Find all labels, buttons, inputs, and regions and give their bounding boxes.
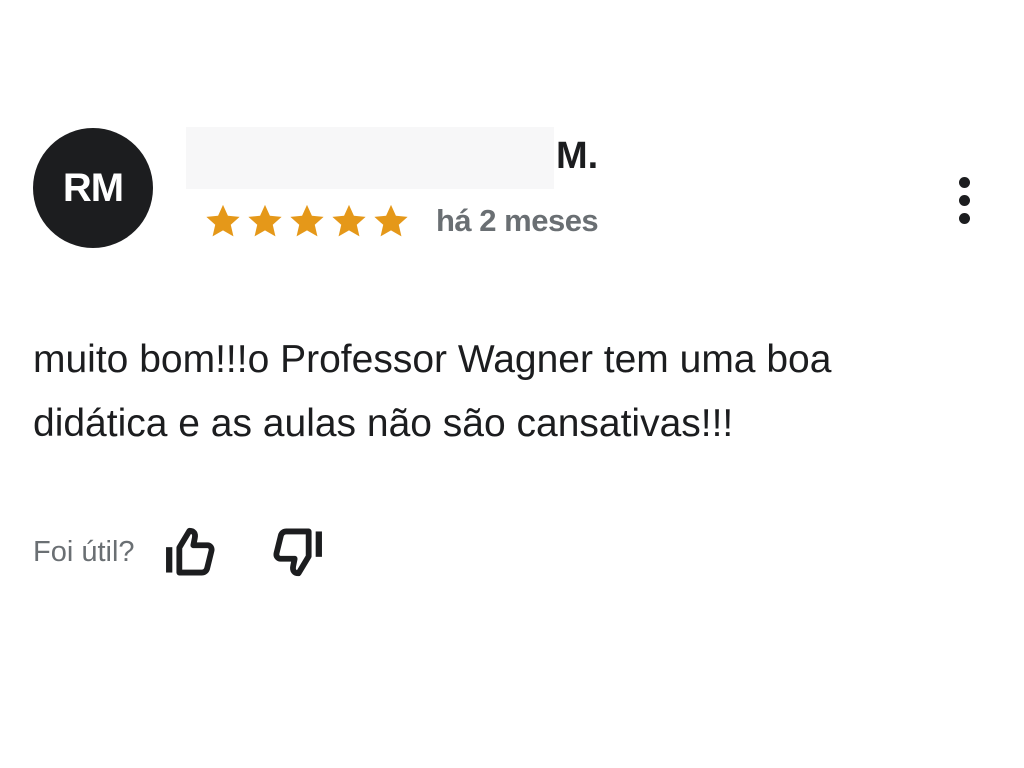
thumbs-up-button[interactable]	[157, 520, 221, 584]
star-rating	[204, 202, 410, 240]
more-vertical-icon	[958, 176, 970, 188]
review-card: RM M. há 2 meses muito bom!!!o Professor…	[0, 0, 1024, 768]
star-icon	[374, 204, 408, 237]
star-icon	[248, 204, 282, 237]
reviewer-name-suffix: M.	[556, 134, 599, 177]
redacted-name-block	[186, 127, 554, 189]
helpful-feedback: Foi útil?	[33, 520, 331, 584]
review-text: muito bom!!!o Professor Wagner tem uma b…	[33, 328, 1018, 456]
star-icon	[206, 204, 240, 237]
review-text-line-1: muito bom!!!o Professor Wagner tem uma b…	[33, 338, 832, 381]
avatar: RM	[33, 128, 153, 248]
thumbs-up-icon	[165, 527, 215, 576]
review-meta: há 2 meses	[204, 198, 599, 244]
more-vertical-icon-dot	[958, 212, 970, 224]
reviewer-name: M.	[186, 126, 598, 190]
star-icon	[332, 204, 366, 237]
more-options-button[interactable]	[944, 170, 984, 230]
thumbs-down-button[interactable]	[267, 520, 331, 584]
thumbs-down-icon	[273, 528, 322, 577]
review-text-line-2: didática e as aulas não são cansativas!!…	[33, 402, 734, 445]
more-vertical-icon-dot	[958, 194, 970, 206]
avatar-initials: RM	[62, 165, 124, 210]
helpful-label: Foi útil?	[33, 535, 135, 568]
review-date: há 2 meses	[436, 203, 599, 238]
star-icon	[290, 204, 324, 237]
